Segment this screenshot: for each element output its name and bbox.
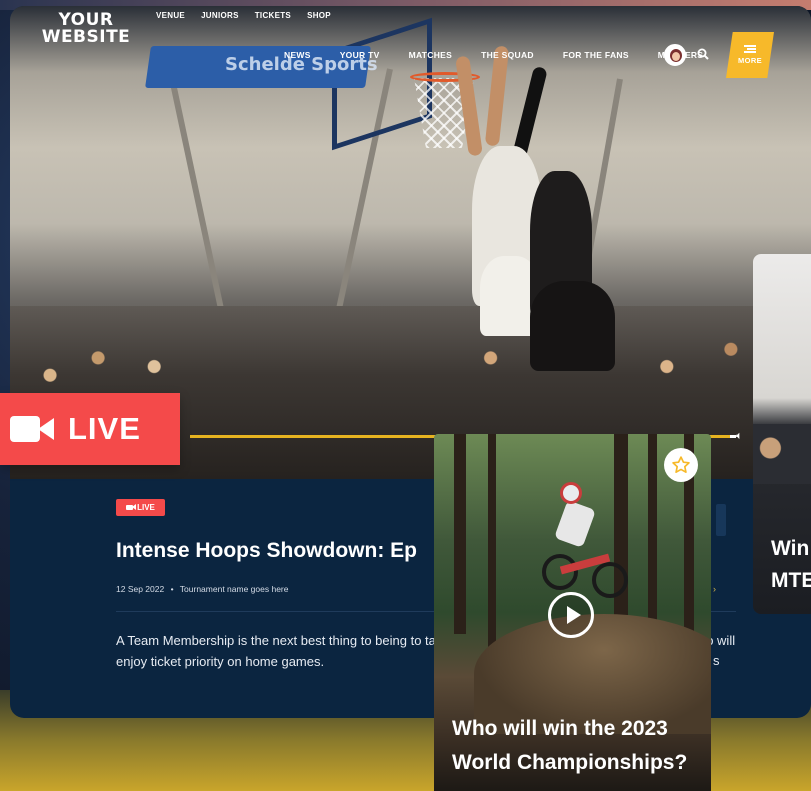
util-nav-shop[interactable]: SHOP [307, 11, 331, 20]
chevron-right-icon[interactable]: › [713, 584, 716, 594]
camera-icon [126, 504, 137, 510]
rider-torso [554, 500, 596, 548]
article-headline[interactable]: Intense Hoops Showdown: Ep [116, 539, 417, 563]
nav-for-the-fans[interactable]: FOR THE FANS [563, 50, 629, 60]
live-badge-small: LIVE [116, 499, 165, 516]
video-card[interactable]: Who will win the 2023 World Championship… [434, 434, 711, 791]
nav-the-squad[interactable]: THE SQUAD [481, 50, 534, 60]
peek-card-image [753, 424, 811, 484]
live-badge-large-label: LIVE [68, 411, 141, 446]
play-icon[interactable] [548, 592, 594, 638]
article-tournament: Tournament name goes here [179, 584, 289, 594]
rider-helmet [560, 482, 582, 504]
carousel-control[interactable] [716, 504, 726, 536]
article-meta: 12 Sep 2022 • Tournament name goes here [116, 584, 288, 594]
tree [648, 434, 657, 634]
favorite-button[interactable] [664, 448, 698, 482]
utility-nav: VENUE JUNIORS TICKETS SHOP [156, 11, 331, 20]
nav-news[interactable]: NEWS [284, 50, 311, 60]
menu-icon [744, 45, 756, 53]
more-label: MORE [737, 56, 763, 65]
search-icon[interactable] [697, 48, 709, 60]
next-card-peek[interactable]: Win MTE [753, 254, 811, 614]
nav-matches[interactable]: MATCHES [409, 50, 453, 60]
util-nav-venue[interactable]: VENUE [156, 11, 185, 20]
video-card-title[interactable]: Who will win the 2023 World Championship… [452, 712, 702, 780]
bike-wheel [592, 562, 628, 598]
sponsor-banner-text: Schelde Sports [225, 54, 378, 75]
camera-icon [10, 413, 54, 445]
util-nav-tickets[interactable]: TICKETS [255, 11, 291, 20]
peek-card-title-line1: Win [771, 537, 810, 560]
more-menu-button[interactable]: MORE [726, 32, 774, 78]
live-badge-small-label: LIVE [137, 503, 155, 512]
tree [454, 434, 466, 634]
util-nav-juniors[interactable]: JUNIORS [201, 11, 239, 20]
meta-separator: • [170, 584, 174, 594]
volume-icon[interactable]: 🔈︎ [736, 430, 752, 442]
peek-card-title-line2: MTE [771, 569, 811, 592]
bike-wheel [542, 554, 578, 590]
nav-your-tv[interactable]: YOUR TV [340, 50, 380, 60]
site-logo[interactable]: YOUR WEBSITE [36, 12, 136, 46]
article-date: 12 Sep 2022 [116, 584, 165, 594]
player-arm [484, 45, 510, 147]
live-badge-large: LIVE [0, 393, 180, 465]
avatar[interactable] [664, 44, 686, 66]
article-body-tail: s [713, 653, 720, 668]
avatar-face [672, 52, 680, 61]
tree [488, 434, 496, 664]
star-icon [672, 456, 690, 473]
player-black-shorts [530, 281, 615, 371]
mountain-biker [542, 482, 632, 598]
logo-line-2: WEBSITE [41, 27, 131, 47]
